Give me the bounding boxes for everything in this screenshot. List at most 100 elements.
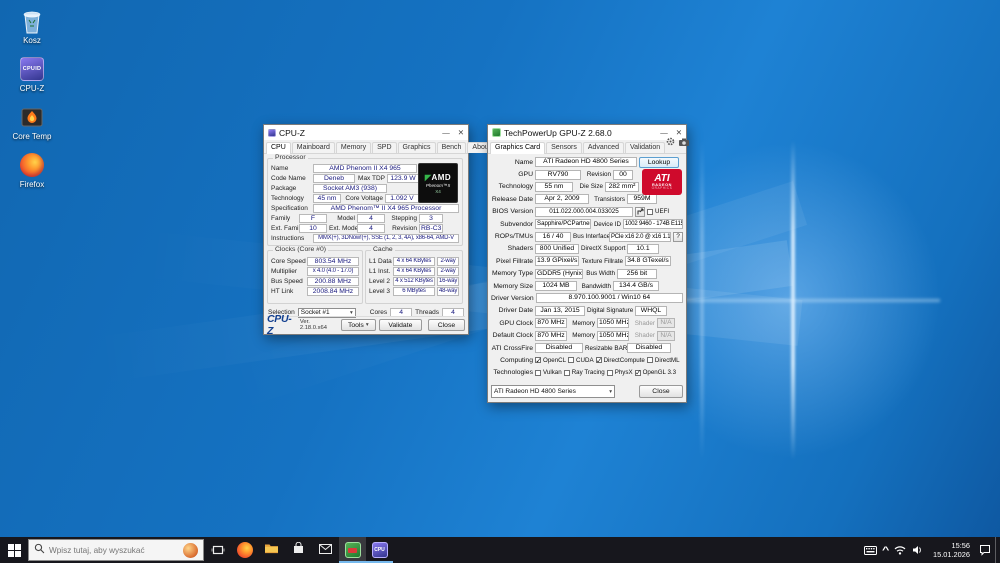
driver-version-value: 8.970.100.9001 / Win10 64 <box>535 293 683 304</box>
resizable-bar-value: Disabled <box>627 343 671 354</box>
gpuz-close-button[interactable]: Close <box>639 385 683 398</box>
show-desktop-button[interactable] <box>995 537 1000 563</box>
windows-logo-icon <box>7 543 21 557</box>
volume-icon[interactable] <box>912 545 924 555</box>
search-input[interactable] <box>49 545 167 555</box>
screenshot-camera-icon[interactable] <box>679 133 690 151</box>
shortcut-firefox[interactable]: Firefox <box>6 152 58 189</box>
row-core-speed: Core Speed 803.54 MHz <box>271 257 359 266</box>
tab-cpu[interactable]: CPU <box>266 142 291 154</box>
model-label: Model <box>337 215 355 222</box>
tab-graphics[interactable]: Graphics <box>397 142 436 153</box>
tab-sensors[interactable]: Sensors <box>546 142 582 153</box>
opengl-label: OpenGL 3.3 <box>642 369 677 377</box>
firefox-icon <box>236 542 253 558</box>
chevron-down-icon: ▾ <box>609 388 612 395</box>
rops-tmus-label: ROPs/TMUs <box>494 233 533 241</box>
tools-button[interactable]: Tools ▾ <box>340 319 376 331</box>
taskbar-search[interactable] <box>28 539 204 561</box>
tab-mainboard[interactable]: Mainboard <box>291 142 335 153</box>
shaders-label: Shaders <box>507 245 533 253</box>
bios-value: 011.022.000.004.033025 <box>535 206 633 217</box>
action-center-icon[interactable] <box>979 544 991 556</box>
processor-groupbox: Processor ◤AMD Phenom™II X4 Name AMD Phe… <box>267 154 463 246</box>
default-memory-clock-value: 1050 MHz <box>597 330 629 341</box>
taskbar-clock[interactable]: 15:56 15.01.2026 <box>930 541 973 559</box>
close-icon[interactable]: ✕ <box>458 128 464 137</box>
checkbox-box <box>646 357 653 364</box>
gpuz-icon <box>344 542 361 558</box>
stepping-label: Stepping <box>391 215 417 222</box>
gpuz-titlebar[interactable]: TechPowerUp GPU-Z 2.68.0 — ✕ <box>488 125 686 140</box>
opengl-checkbox: OpenGL 3.3 <box>634 368 677 377</box>
processor-group-label: Processor <box>273 154 308 161</box>
task-view-button[interactable] <box>204 537 231 563</box>
directcompute-label: DirectCompute <box>603 356 645 364</box>
shortcut-recycle-bin[interactable]: Kosz <box>6 8 58 45</box>
bus-speed-value: 200.88 MHz <box>307 277 359 286</box>
multiplier-label: Multiplier <box>271 268 298 275</box>
bios-save-icon[interactable] <box>635 206 645 217</box>
taskbar-cpuz[interactable]: CPU <box>366 537 393 563</box>
directml-checkbox: DirectML <box>646 356 680 364</box>
checkbox-box <box>535 369 541 376</box>
clock-time: 15:56 <box>951 541 971 550</box>
validate-button[interactable]: Validate <box>378 319 422 331</box>
row-instructions: Instructions MMX(+), 3DNow!(+), SSE (1, … <box>271 234 459 243</box>
pixel-fillrate-label: Pixel Fillrate <box>495 257 533 265</box>
tab-bench[interactable]: Bench <box>436 142 467 153</box>
cpuz-version: Ver. 2.18.0.x64 <box>299 319 327 331</box>
row-bus-speed: Bus Speed 200.88 MHz <box>271 277 359 286</box>
taskbar-gpuz[interactable] <box>339 537 366 563</box>
digital-signature-label: Digital Signature <box>587 307 634 315</box>
render-test-button[interactable]: ? <box>673 231 683 242</box>
cache-group-label: Cache <box>371 246 395 253</box>
settings-icon[interactable] <box>666 133 675 151</box>
cpuz-close-button[interactable]: Close <box>427 319 466 331</box>
taskbar-file-explorer[interactable] <box>258 537 285 563</box>
shortcut-label: CPU-Z <box>19 84 45 93</box>
taskbar-firefox[interactable] <box>231 537 258 563</box>
clocks-groupbox: Clocks (Core #0) Core Speed 803.54 MHz M… <box>267 246 363 304</box>
row-technologies: Technologies Vulkan Ray Tracing PhysX Op… <box>491 367 683 379</box>
shortcut-cpuz[interactable]: CPUID CPU-Z <box>6 56 58 93</box>
physx-checkbox: PhysX <box>606 369 633 377</box>
physx-label: PhysX <box>614 369 633 377</box>
tab-memory[interactable]: Memory <box>335 142 372 153</box>
tab-spd[interactable]: SPD <box>372 142 397 153</box>
tab-advanced[interactable]: Advanced <box>582 142 624 153</box>
computing-label: Computing <box>500 356 533 364</box>
row-ht-link: HT Link 2008.84 MHz <box>271 287 359 296</box>
shader-clock-value: N/A <box>657 318 675 329</box>
network-icon[interactable] <box>894 545 906 555</box>
family-value: F <box>299 214 327 223</box>
tab-graphics-card[interactable]: Graphics Card <box>490 142 546 154</box>
taskbar: CPU ^ 15:56 15.01.2026 <box>0 537 1000 563</box>
close-button-label: Close <box>437 321 456 329</box>
shortcut-core-temp[interactable]: Core Temp <box>6 104 58 141</box>
cpuz-titlebar[interactable]: CPU-Z — ✕ <box>264 125 468 140</box>
technology-value: 45 nm <box>313 194 341 203</box>
gpuz-bottom-bar: ATI Radeon HD 4800 Series ▾ Close <box>491 384 683 399</box>
touch-keyboard-icon[interactable] <box>863 545 877 555</box>
start-button[interactable] <box>0 537 28 563</box>
taskbar-store[interactable] <box>285 537 312 563</box>
row-specification: Specification AMD Phenom™ II X4 965 Proc… <box>271 204 459 213</box>
name-value: AMD Phenom II X4 965 <box>313 164 417 173</box>
shortcut-label: Kosz <box>23 36 41 45</box>
card-selector[interactable]: ATI Radeon HD 4800 Series ▾ <box>491 385 615 398</box>
search-highlight-icon[interactable] <box>183 542 198 558</box>
minimize-icon[interactable]: — <box>442 128 450 137</box>
taskbar-mail[interactable] <box>312 537 339 563</box>
checkbox-box <box>595 356 602 365</box>
lookup-button[interactable]: Lookup <box>639 156 679 168</box>
opencl-label: OpenCL <box>543 356 567 364</box>
tab-validation[interactable]: Validation <box>624 142 666 153</box>
wallpaper-window-bar <box>650 299 940 302</box>
row-driver-date: Driver Date Jan 13, 2015 Digital Signatu… <box>491 305 683 317</box>
tray-chevron-up-icon[interactable]: ^ <box>882 546 889 555</box>
gpuz-body: ATI RADEON GRAPHICS Name ATI Radeon HD 4… <box>488 154 686 402</box>
cuda-label: CUDA <box>576 356 594 364</box>
directml-label: DirectML <box>654 356 680 364</box>
row-driver-version: Driver Version 8.970.100.9001 / Win10 64 <box>491 292 683 304</box>
